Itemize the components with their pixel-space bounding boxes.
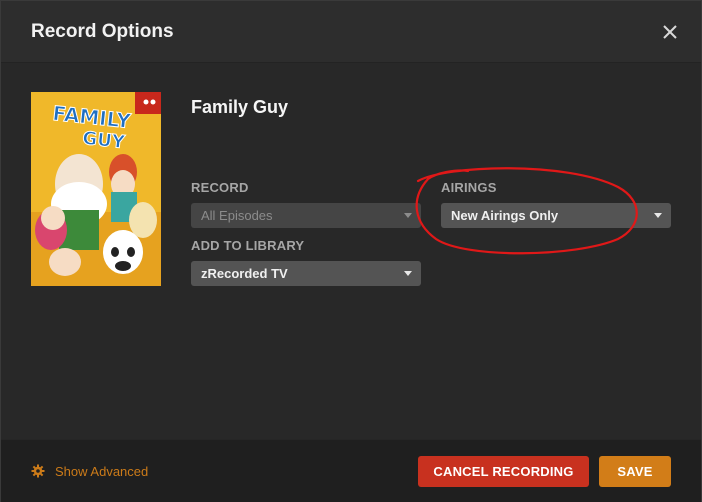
record-options-dialog: Record Options FAMILY GUY Family Guy REC…	[0, 0, 702, 502]
airings-select[interactable]: New Airings Only	[441, 203, 671, 228]
dialog-header: Record Options	[1, 1, 701, 63]
show-poster: FAMILY GUY	[31, 92, 161, 286]
chevron-down-icon	[654, 213, 662, 218]
cancel-recording-button[interactable]: CANCEL RECORDING	[418, 456, 589, 487]
record-select-value: All Episodes	[201, 208, 273, 223]
chevron-down-icon	[404, 213, 412, 218]
close-icon[interactable]	[657, 19, 683, 45]
chevron-down-icon	[404, 271, 412, 276]
library-select[interactable]: zRecorded TV	[191, 261, 421, 286]
airings-label: AIRINGS	[441, 180, 497, 195]
library-select-value: zRecorded TV	[201, 266, 288, 281]
library-label: ADD TO LIBRARY	[191, 238, 305, 253]
airings-select-value: New Airings Only	[451, 208, 559, 223]
save-button[interactable]: SAVE	[599, 456, 671, 487]
dialog-footer: Show Advanced CANCEL RECORDING SAVE	[1, 439, 701, 502]
gear-icon	[31, 464, 45, 478]
record-select: All Episodes	[191, 203, 421, 228]
show-title: Family Guy	[191, 97, 289, 117]
dialog-title: Record Options	[31, 21, 174, 42]
show-advanced-label: Show Advanced	[55, 464, 149, 479]
record-label: RECORD	[191, 180, 249, 195]
